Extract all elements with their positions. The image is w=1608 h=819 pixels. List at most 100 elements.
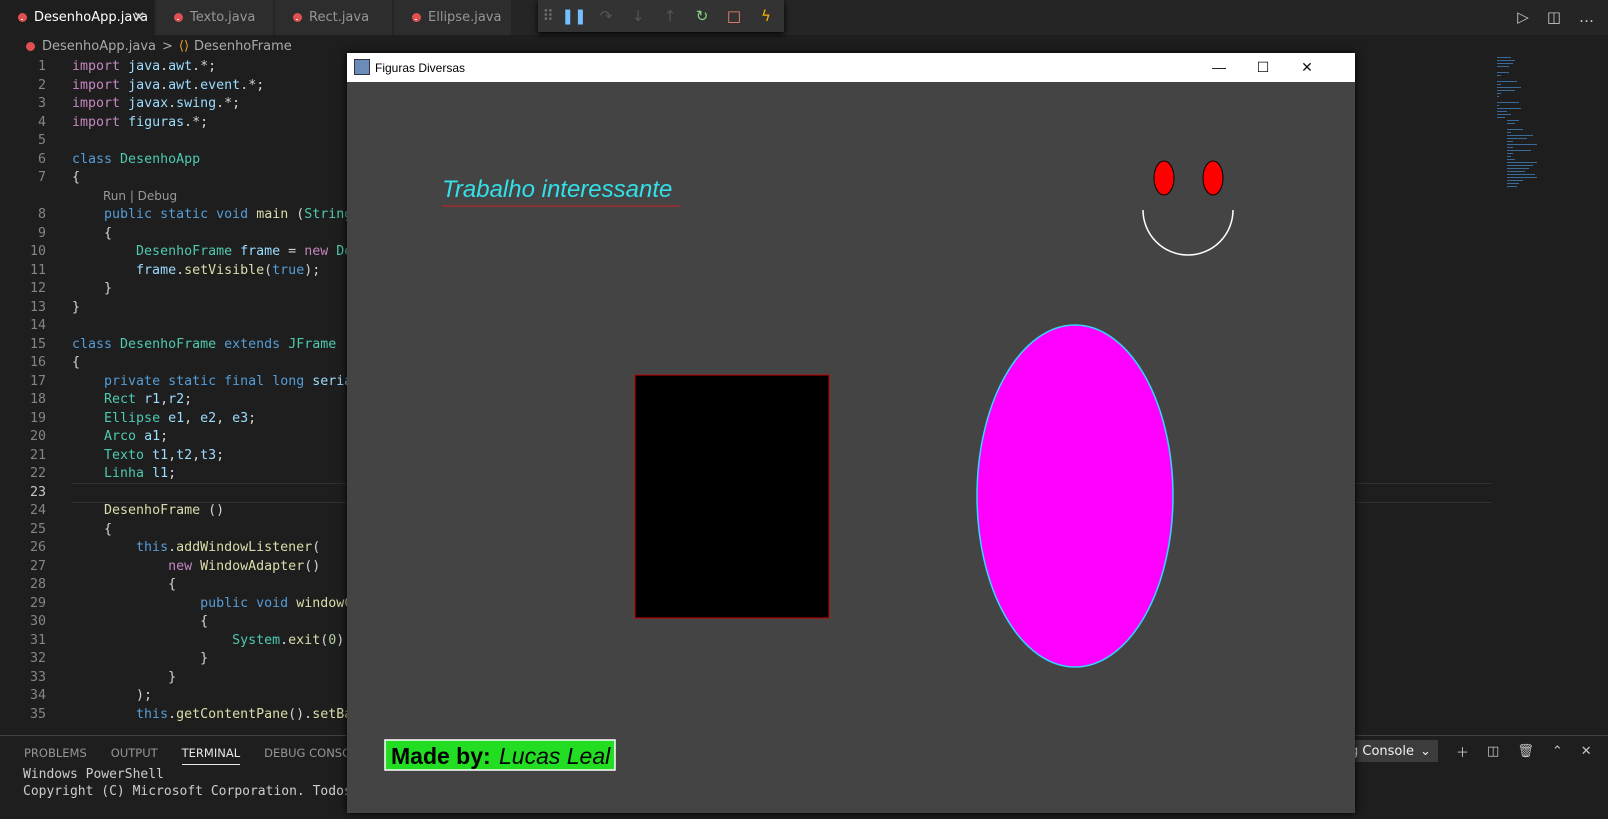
- tab-ellipse[interactable]: Ellipse.java: [394, 0, 512, 35]
- minimap-line: [1507, 168, 1529, 169]
- code-token: import: [72, 96, 121, 111]
- line-number: 28: [29, 577, 46, 592]
- minimap-line: [1507, 129, 1523, 130]
- code-text: Arco a1;: [72, 427, 168, 446]
- close-icon[interactable]: ✕: [131, 9, 147, 25]
- step-over-icon[interactable]: ↷: [590, 7, 622, 25]
- chevron-up-icon[interactable]: ⌃: [1552, 744, 1563, 759]
- code-token: .: [168, 540, 177, 555]
- code-token: this: [136, 540, 169, 555]
- code-text: this.addWindowListener(: [72, 538, 320, 557]
- line-number: 7: [37, 170, 46, 185]
- terminal-select[interactable]: g Console ⌄: [1346, 740, 1438, 762]
- step-into-icon[interactable]: ↓: [622, 7, 654, 25]
- code-token: ;: [160, 429, 169, 444]
- code-text: class DesenhoFrame extends JFrame: [72, 335, 336, 354]
- tab-problems[interactable]: PROBLEMS: [24, 746, 87, 765]
- stop-icon[interactable]: □: [718, 7, 750, 25]
- minimap-line: [1497, 57, 1511, 58]
- tab-desenhoapp[interactable]: DesenhoApp.java ✕: [0, 0, 155, 35]
- add-terminal-icon[interactable]: ＋: [1456, 742, 1469, 761]
- window-title: Figuras Diversas: [375, 61, 466, 75]
- tab-terminal[interactable]: TERMINAL: [181, 746, 241, 765]
- minimap[interactable]: [1495, 57, 1608, 197]
- step-out-icon[interactable]: ↑: [654, 7, 686, 25]
- right-eye-ellipse: [1202, 160, 1224, 196]
- magenta-ellipse: [976, 324, 1174, 668]
- chevron-down-icon: ⌄: [1420, 743, 1431, 759]
- code-token: .*;: [216, 96, 241, 111]
- minimap-line: [1497, 81, 1517, 82]
- split-terminal-icon[interactable]: ◫: [1487, 744, 1499, 759]
- close-panel-icon[interactable]: ✕: [1581, 744, 1592, 759]
- code-text: frame.setVisible(true);: [72, 261, 320, 280]
- line-number: 16: [29, 355, 46, 370]
- code-token: ,: [216, 410, 233, 426]
- drag-handle-icon[interactable]: ⠿: [538, 7, 558, 25]
- code-token: class: [72, 336, 113, 352]
- code-token: .: [160, 59, 169, 74]
- breadcrumb-symbol[interactable]: DesenhoFrame: [194, 39, 292, 54]
- panel-actions: g Console ⌄ ＋ ◫ 🗑 ⌃ ✕: [1346, 740, 1592, 762]
- code-text: System.exit(0);: [72, 631, 352, 650]
- java-window-titlebar[interactable]: Figuras Diversas — ☐ ✕: [347, 53, 1355, 82]
- line-number: 26: [29, 540, 46, 555]
- code-token: WindowAdapter: [200, 558, 305, 574]
- code-token: ,: [184, 410, 201, 426]
- breadcrumb-file[interactable]: DesenhoApp.java: [42, 39, 156, 54]
- panel-tabs: PROBLEMS OUTPUT TERMINAL DEBUG CONSOLE: [24, 746, 365, 765]
- lightning-icon[interactable]: ϟ: [750, 7, 782, 25]
- minimap-line: [1507, 177, 1537, 178]
- code-token: import: [72, 114, 121, 130]
- codelens-run-debug[interactable]: Run | Debug: [103, 187, 177, 206]
- tab-output[interactable]: OUTPUT: [111, 746, 158, 765]
- close-window-icon[interactable]: ✕: [1285, 55, 1329, 79]
- code-token: private: [104, 373, 161, 389]
- code-text: new WindowAdapter(): [72, 557, 320, 576]
- code-token: .: [192, 77, 201, 93]
- terminal-output[interactable]: Windows PowerShell Copyright (C) Microso…: [23, 766, 375, 800]
- maximize-icon[interactable]: ☐: [1241, 55, 1285, 79]
- line-number: 8: [37, 207, 46, 222]
- code-token: java: [128, 59, 161, 74]
- line-number: 2: [37, 77, 46, 93]
- code-token: main: [256, 207, 289, 222]
- minimize-icon[interactable]: —: [1197, 55, 1241, 79]
- code-token: );: [304, 262, 321, 278]
- minimap-line: [1497, 87, 1521, 88]
- pause-icon[interactable]: ❚❚: [558, 7, 590, 25]
- code-token: event: [200, 77, 241, 93]
- java-file-icon: [174, 13, 183, 22]
- run-icon[interactable]: ▷: [1517, 8, 1529, 26]
- more-icon[interactable]: …: [1579, 8, 1594, 26]
- code-token: {: [72, 170, 81, 185]
- tab-rect[interactable]: Rect.java: [275, 0, 393, 35]
- tab-texto[interactable]: Texto.java: [156, 0, 274, 35]
- line-number: 18: [29, 392, 46, 407]
- code-token: Arco: [104, 429, 137, 444]
- minimap-line: [1497, 93, 1501, 94]
- split-editor-icon[interactable]: ◫: [1547, 8, 1561, 26]
- code-token: exit: [288, 632, 321, 648]
- code-token: void: [216, 207, 249, 222]
- minimap-line: [1497, 72, 1509, 73]
- minimap-line: [1507, 174, 1535, 175]
- restart-icon[interactable]: ↻: [686, 7, 718, 25]
- trash-icon[interactable]: 🗑: [1517, 744, 1534, 759]
- code-text: }: [72, 298, 80, 317]
- code-token: e3: [232, 410, 249, 426]
